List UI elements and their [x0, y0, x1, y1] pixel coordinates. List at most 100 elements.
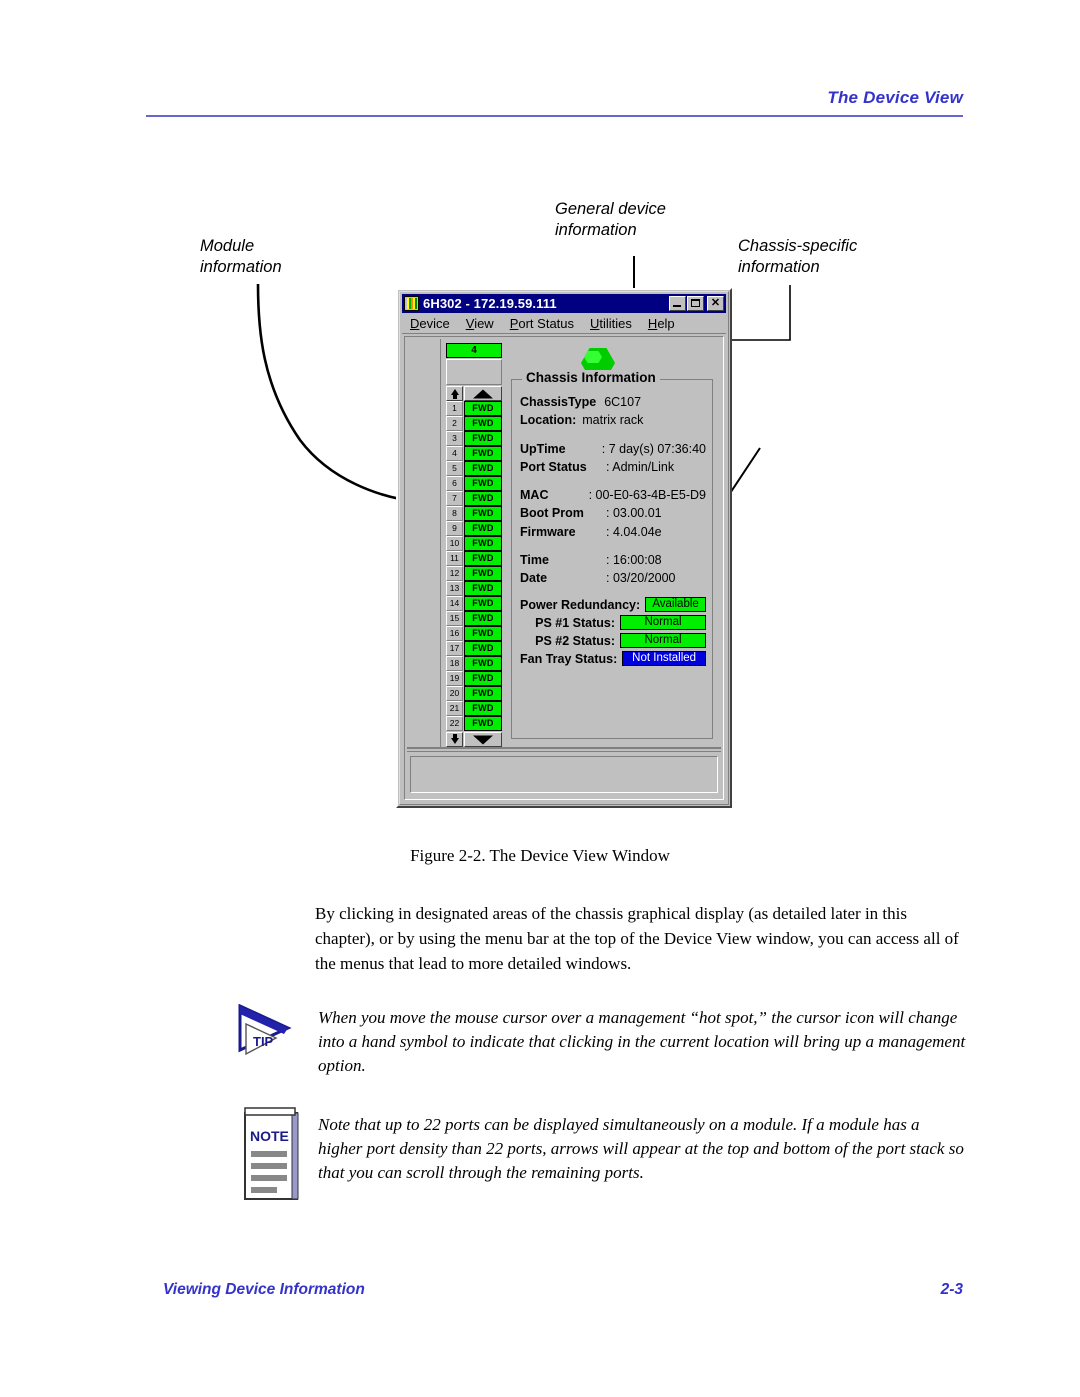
- close-button[interactable]: ✕: [707, 296, 724, 311]
- port-row[interactable]: 12 FWD: [446, 566, 502, 581]
- menu-device[interactable]: Device: [410, 316, 450, 331]
- port-row[interactable]: 10 FWD: [446, 536, 502, 551]
- port-row[interactable]: 19 FWD: [446, 671, 502, 686]
- port-row[interactable]: 3 FWD: [446, 431, 502, 446]
- menubar[interactable]: Device View Port Status Utilities Help: [402, 313, 726, 334]
- port-row[interactable]: 9 FWD: [446, 521, 502, 536]
- port-number[interactable]: 6: [446, 476, 463, 491]
- port-row[interactable]: 22 FWD: [446, 716, 502, 731]
- scroll-down-button[interactable]: [464, 732, 502, 747]
- module-column[interactable]: 4 1 FWD 2 FWD 3 FWD 4 FWD 5 FWD 6 FWD 7 …: [442, 339, 504, 747]
- port-number[interactable]: 22: [446, 716, 463, 731]
- port-row[interactable]: 21 FWD: [446, 701, 502, 716]
- chassistype-value: 6C107: [604, 395, 642, 409]
- port-state[interactable]: FWD: [464, 491, 502, 506]
- port-number[interactable]: 17: [446, 641, 463, 656]
- port-row[interactable]: 6 FWD: [446, 476, 502, 491]
- port-state[interactable]: FWD: [464, 536, 502, 551]
- body-paragraph: By clicking in designated areas of the c…: [315, 904, 959, 973]
- port-state[interactable]: FWD: [464, 641, 502, 656]
- svg-text:NOTE: NOTE: [250, 1128, 289, 1144]
- port-number[interactable]: 10: [446, 536, 463, 551]
- port-state[interactable]: FWD: [464, 416, 502, 431]
- port-number[interactable]: 8: [446, 506, 463, 521]
- port-row[interactable]: 18 FWD: [446, 656, 502, 671]
- port-row[interactable]: 16 FWD: [446, 626, 502, 641]
- port-number[interactable]: 2: [446, 416, 463, 431]
- menu-utilities[interactable]: Utilities: [590, 316, 632, 331]
- port-number[interactable]: 4: [446, 446, 463, 461]
- port-state[interactable]: FWD: [464, 686, 502, 701]
- port-state[interactable]: FWD: [464, 431, 502, 446]
- port-number[interactable]: 1: [446, 401, 463, 416]
- port-state[interactable]: FWD: [464, 521, 502, 536]
- maximize-button[interactable]: [687, 296, 704, 311]
- port-number[interactable]: 11: [446, 551, 463, 566]
- scroll-bottom-button[interactable]: [446, 732, 463, 747]
- port-state[interactable]: FWD: [464, 566, 502, 581]
- port-number[interactable]: 3: [446, 431, 463, 446]
- port-number[interactable]: 15: [446, 611, 463, 626]
- port-number[interactable]: 5: [446, 461, 463, 476]
- port-scroll-up-row[interactable]: [446, 386, 502, 401]
- ps2-status-badge: Normal: [620, 633, 706, 649]
- scroll-up-button[interactable]: [464, 386, 502, 401]
- port-number[interactable]: 19: [446, 671, 463, 686]
- port-row[interactable]: 7 FWD: [446, 491, 502, 506]
- page-header-title: The Device View: [827, 88, 963, 107]
- scroll-top-button[interactable]: [446, 386, 463, 401]
- info-row-time: Time : 16:00:08: [520, 551, 706, 569]
- port-state[interactable]: FWD: [464, 551, 502, 566]
- port-state[interactable]: FWD: [464, 671, 502, 686]
- port-scroll-down-row[interactable]: [446, 732, 502, 747]
- firmware-value: : 4.04.04e: [606, 524, 662, 539]
- port-state[interactable]: FWD: [464, 506, 502, 521]
- port-row[interactable]: 5 FWD: [446, 461, 502, 476]
- port-state[interactable]: FWD: [464, 476, 502, 491]
- port-row[interactable]: 20 FWD: [446, 686, 502, 701]
- port-number[interactable]: 13: [446, 581, 463, 596]
- minimize-icon: [673, 305, 681, 307]
- port-number[interactable]: 14: [446, 596, 463, 611]
- port-state[interactable]: FWD: [464, 401, 502, 416]
- port-stack[interactable]: 1 FWD 2 FWD 3 FWD 4 FWD 5 FWD 6 FWD 7 FWD 8 FWD …: [446, 401, 502, 731]
- port-number[interactable]: 20: [446, 686, 463, 701]
- port-state[interactable]: FWD: [464, 626, 502, 641]
- minimize-button[interactable]: [669, 296, 686, 311]
- device-view-window[interactable]: 6H302 - 172.19.59.111 ✕ Device View Port…: [396, 288, 732, 808]
- module-slot-number[interactable]: 4: [446, 343, 502, 358]
- port-state[interactable]: FWD: [464, 461, 502, 476]
- port-number[interactable]: 18: [446, 656, 463, 671]
- port-number[interactable]: 16: [446, 626, 463, 641]
- port-number[interactable]: 12: [446, 566, 463, 581]
- port-number[interactable]: 21: [446, 701, 463, 716]
- port-state[interactable]: FWD: [464, 596, 502, 611]
- port-row[interactable]: 14 FWD: [446, 596, 502, 611]
- port-row[interactable]: 13 FWD: [446, 581, 502, 596]
- port-row[interactable]: 2 FWD: [446, 416, 502, 431]
- port-number[interactable]: 9: [446, 521, 463, 536]
- port-state[interactable]: FWD: [464, 701, 502, 716]
- port-row[interactable]: 1 FWD: [446, 401, 502, 416]
- port-state[interactable]: FWD: [464, 656, 502, 671]
- mac-label: MAC: [520, 488, 549, 502]
- port-state[interactable]: FWD: [464, 581, 502, 596]
- port-number[interactable]: 7: [446, 491, 463, 506]
- menu-help[interactable]: Help: [648, 316, 675, 331]
- port-state[interactable]: FWD: [464, 716, 502, 731]
- port-row[interactable]: 11 FWD: [446, 551, 502, 566]
- menu-view[interactable]: View: [466, 316, 494, 331]
- page-header: The Device View: [146, 88, 963, 108]
- menu-port-status[interactable]: Port Status: [510, 316, 574, 331]
- fan-tray-status-badge: Not Installed: [622, 651, 706, 667]
- port-state[interactable]: FWD: [464, 611, 502, 626]
- fan-tray-status-label: Fan Tray Status:: [520, 651, 618, 666]
- boot-prom-value: : 03.00.01: [606, 506, 662, 521]
- port-row[interactable]: 4 FWD: [446, 446, 502, 461]
- window-titlebar[interactable]: 6H302 - 172.19.59.111 ✕: [402, 294, 726, 313]
- port-row[interactable]: 8 FWD: [446, 506, 502, 521]
- port-row[interactable]: 17 FWD: [446, 641, 502, 656]
- power-redundancy-status-badge: Available: [645, 597, 706, 613]
- port-state[interactable]: FWD: [464, 446, 502, 461]
- port-row[interactable]: 15 FWD: [446, 611, 502, 626]
